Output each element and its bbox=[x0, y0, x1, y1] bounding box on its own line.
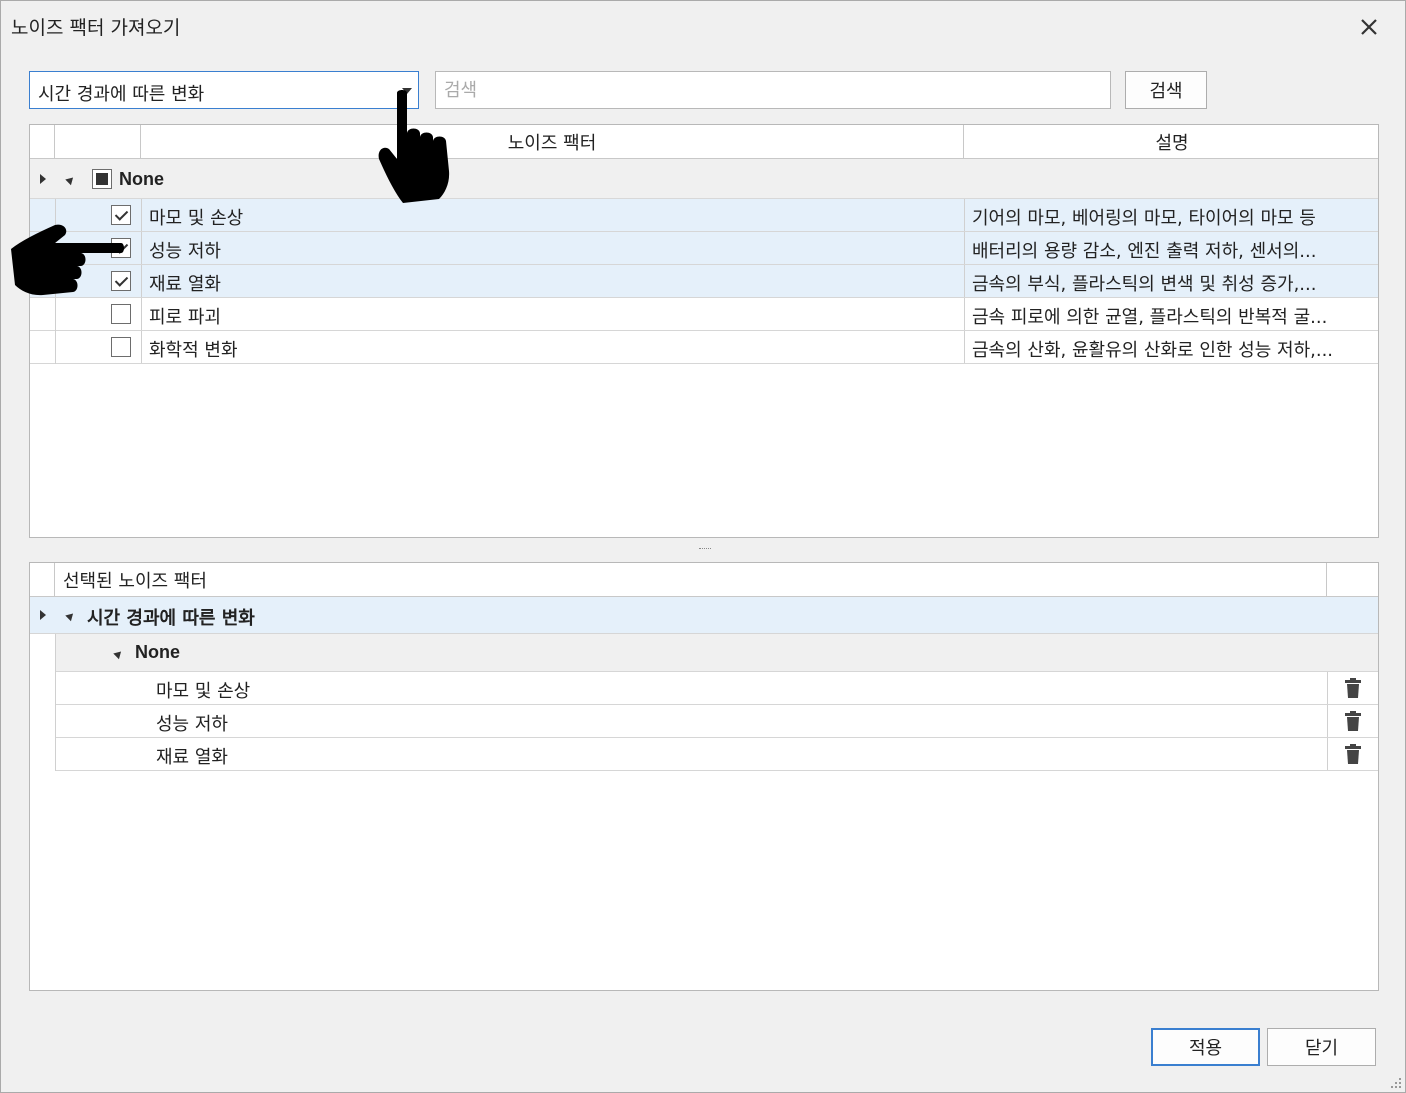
factor-name: 성능 저하 bbox=[149, 241, 221, 262]
selected-factor-name: 재료 열화 bbox=[156, 747, 228, 768]
header-check-cell bbox=[55, 125, 141, 159]
group-row-category[interactable]: 시간 경과에 따른 변화 bbox=[30, 597, 1378, 634]
dialog-title: 노이즈 팩터 가져오기 bbox=[11, 17, 181, 39]
divider bbox=[55, 634, 56, 771]
list-item[interactable]: 마모 및 손상 bbox=[55, 672, 1378, 705]
grid-header: 노이즈 팩터 설명 bbox=[30, 125, 1378, 159]
selected-factor-grid: 선택된 노이즈 팩터 시간 경과에 따른 변화 None 마모 및 손상 성능 … bbox=[29, 562, 1379, 991]
list-item[interactable]: 성능 저하 bbox=[55, 705, 1378, 738]
factor-name: 화학적 변화 bbox=[149, 340, 238, 361]
group-row-none[interactable]: None bbox=[55, 634, 1378, 672]
search-input[interactable] bbox=[435, 71, 1111, 109]
pointing-hand-right-icon bbox=[11, 224, 124, 296]
table-row[interactable]: 마모 및 손상 기어의 마모, 베어링의 마모, 타이어의 마모 등 bbox=[30, 199, 1378, 232]
list-item[interactable]: 재료 열화 bbox=[55, 738, 1378, 771]
category-dropdown-value: 시간 경과에 따른 변화 bbox=[38, 84, 205, 105]
category-group-label: 시간 경과에 따른 변화 bbox=[87, 608, 255, 629]
divider bbox=[1327, 738, 1328, 770]
group-label: None bbox=[119, 169, 164, 189]
grid-header: 선택된 노이즈 팩터 bbox=[30, 563, 1378, 597]
table-row[interactable]: 화학적 변화 금속의 산화, 윤활유의 산화로 인한 성능 저하,... bbox=[30, 331, 1378, 364]
trash-icon[interactable] bbox=[1345, 744, 1361, 764]
collapse-icon[interactable] bbox=[65, 607, 79, 622]
apply-button[interactable]: 적용 bbox=[1151, 1028, 1260, 1066]
selected-factor-name: 성능 저하 bbox=[156, 714, 228, 735]
divider bbox=[964, 298, 965, 330]
close-icon[interactable] bbox=[1353, 11, 1385, 43]
trash-icon[interactable] bbox=[1345, 711, 1361, 731]
search-button[interactable]: 검색 bbox=[1125, 71, 1207, 109]
divider bbox=[1327, 672, 1328, 704]
factor-description: 금속의 부식, 플라스틱의 변색 및 취성 증가,... bbox=[972, 274, 1317, 295]
column-header-noise-factor[interactable]: 노이즈 팩터 bbox=[141, 125, 964, 159]
row-checkbox[interactable] bbox=[111, 304, 131, 324]
sub-group-label: None bbox=[135, 642, 180, 662]
factor-description: 금속의 산화, 윤활유의 산화로 인한 성능 저하,... bbox=[972, 340, 1334, 361]
table-row[interactable]: 성능 저하 배터리의 용량 감소, 엔진 출력 저하, 센서의... bbox=[30, 232, 1378, 265]
pointing-hand-down-icon bbox=[378, 90, 450, 203]
divider bbox=[141, 298, 142, 330]
selected-factor-name: 마모 및 손상 bbox=[156, 681, 251, 702]
column-header-selected-factor[interactable]: 선택된 노이즈 팩터 bbox=[55, 563, 1327, 597]
factor-name: 재료 열화 bbox=[149, 274, 221, 295]
group-row-none[interactable]: None bbox=[30, 159, 1378, 199]
divider bbox=[1327, 705, 1328, 737]
divider bbox=[964, 199, 965, 231]
collapse-icon[interactable] bbox=[65, 171, 79, 186]
factor-name: 마모 및 손상 bbox=[149, 208, 244, 229]
divider bbox=[141, 232, 142, 264]
group-checkbox[interactable] bbox=[92, 169, 112, 189]
resize-grip-icon[interactable] bbox=[1390, 1077, 1402, 1089]
header-action-cell bbox=[1327, 563, 1378, 597]
import-noise-factor-dialog: 노이즈 팩터 가져오기 시간 경과에 따른 변화 검색 노이즈 팩터 설명 No… bbox=[0, 0, 1406, 1093]
table-row[interactable]: 피로 파괴 금속 피로에 의한 균열, 플라스틱의 반복적 굴... bbox=[30, 298, 1378, 331]
category-dropdown[interactable]: 시간 경과에 따른 변화 bbox=[29, 71, 419, 109]
collapse-icon[interactable] bbox=[113, 645, 127, 660]
trash-icon[interactable] bbox=[1345, 678, 1361, 698]
factor-description: 금속 피로에 의한 균열, 플라스틱의 반복적 굴... bbox=[972, 307, 1328, 328]
close-button[interactable]: 닫기 bbox=[1267, 1028, 1376, 1066]
row-indicator-icon bbox=[40, 174, 46, 184]
column-header-description[interactable]: 설명 bbox=[964, 125, 1378, 159]
row-indicator-icon bbox=[40, 610, 46, 620]
factor-description: 배터리의 용량 감소, 엔진 출력 저하, 센서의... bbox=[972, 241, 1317, 262]
panel-splitter[interactable] bbox=[699, 548, 711, 550]
row-checkbox[interactable] bbox=[111, 337, 131, 357]
header-indicator-cell bbox=[30, 125, 55, 159]
factor-description: 기어의 마모, 베어링의 마모, 타이어의 마모 등 bbox=[972, 208, 1316, 229]
divider bbox=[141, 265, 142, 297]
factor-name: 피로 파괴 bbox=[149, 307, 221, 328]
divider bbox=[141, 199, 142, 231]
header-indicator-cell bbox=[30, 563, 55, 597]
divider bbox=[141, 331, 142, 363]
divider bbox=[964, 265, 965, 297]
divider bbox=[964, 331, 965, 363]
divider bbox=[964, 232, 965, 264]
noise-factor-grid: 노이즈 팩터 설명 None 마모 및 손상 기어의 마모, 베어링의 마모, … bbox=[29, 124, 1379, 538]
table-row[interactable]: 재료 열화 금속의 부식, 플라스틱의 변색 및 취성 증가,... bbox=[30, 265, 1378, 298]
